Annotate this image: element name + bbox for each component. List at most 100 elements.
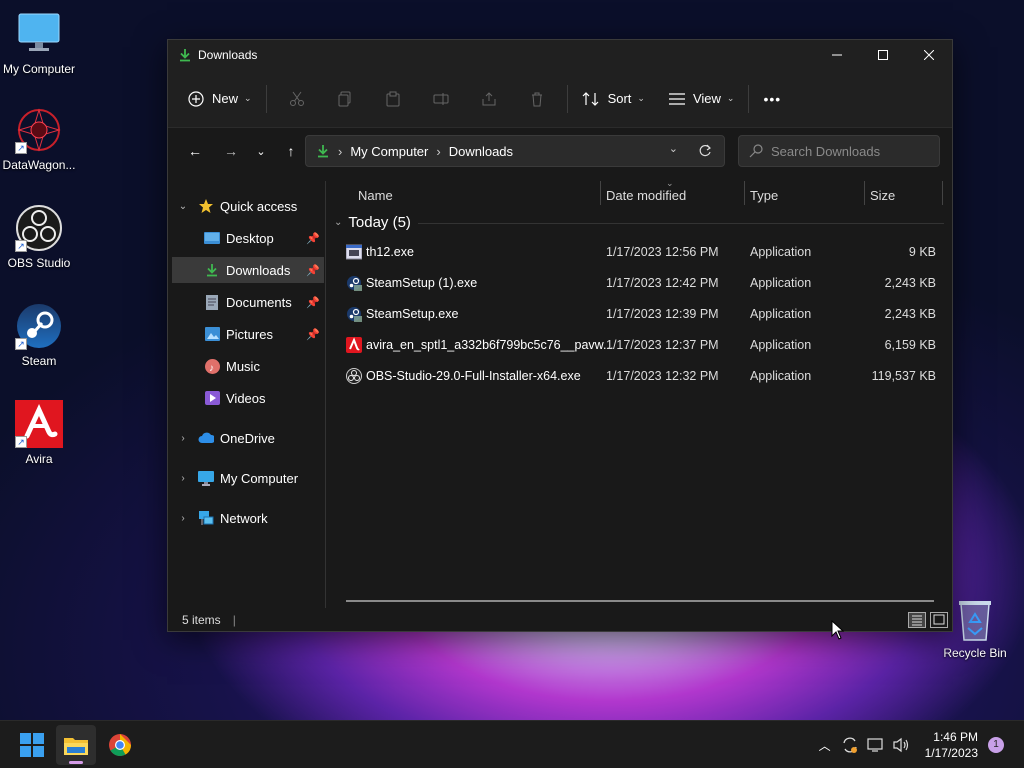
show-hidden-icons-button[interactable]: ︿ xyxy=(819,737,831,754)
up-button[interactable]: ↑ xyxy=(276,136,306,166)
chevron-right-icon[interactable]: › xyxy=(176,473,190,484)
share-button[interactable] xyxy=(465,83,513,115)
column-divider[interactable] xyxy=(864,181,865,205)
refresh-icon[interactable] xyxy=(698,144,712,158)
desktop-icon-my-computer[interactable]: My Computer xyxy=(0,10,78,76)
new-button[interactable]: New ⌄ xyxy=(180,83,260,115)
view-list-icon xyxy=(668,92,685,105)
column-header-name[interactable]: Name xyxy=(358,188,393,203)
sync-icon[interactable] xyxy=(841,736,859,754)
file-row[interactable]: avira_en_sptl1_a332b6f799bc5c76__pavw...… xyxy=(328,330,944,360)
taskbar-file-explorer[interactable] xyxy=(56,725,96,765)
column-headers: Name Date modified ⌄ Type Size xyxy=(328,178,944,209)
status-divider: | xyxy=(232,613,236,627)
column-divider[interactable] xyxy=(744,181,745,205)
file-name: OBS-Studio-29.0-Full-Installer-x64.exe xyxy=(366,369,581,383)
column-divider[interactable] xyxy=(600,181,601,205)
pin-icon[interactable]: 📌 xyxy=(306,296,320,309)
breadcrumb-separator-icon: › xyxy=(338,143,343,159)
more-options-button[interactable]: ••• xyxy=(755,83,789,115)
file-row[interactable]: SteamSetup (1).exe 1/17/2023 12:42 PM Ap… xyxy=(328,268,944,298)
back-button[interactable]: ← xyxy=(180,136,210,166)
nav-onedrive[interactable]: › OneDrive xyxy=(176,425,326,451)
clock[interactable]: 1:46 PM 1/17/2023 xyxy=(925,729,978,761)
column-divider[interactable] xyxy=(942,181,943,205)
copy-button[interactable] xyxy=(321,83,369,115)
minimize-button[interactable] xyxy=(814,40,860,70)
group-label: Today (5) xyxy=(348,214,411,231)
title-bar[interactable]: Downloads xyxy=(168,40,952,70)
file-row[interactable]: th12.exe 1/17/2023 12:56 PM Application … xyxy=(328,237,944,267)
pin-icon[interactable]: 📌 xyxy=(306,264,320,277)
nav-label: Documents xyxy=(226,294,292,310)
tiles-view-button[interactable] xyxy=(930,612,948,628)
rename-button[interactable] xyxy=(417,83,465,115)
chevron-down-icon[interactable]: ⌄ xyxy=(176,201,190,212)
chevron-right-icon[interactable]: › xyxy=(176,433,190,444)
nav-music[interactable]: ♪ Music xyxy=(172,353,324,379)
file-name: th12.exe xyxy=(366,245,414,259)
desktop-icon-avira[interactable]: ↗ Avira xyxy=(0,400,78,466)
sort-label: Sort xyxy=(607,91,632,106)
search-box[interactable] xyxy=(738,135,940,167)
delete-button[interactable] xyxy=(513,83,561,115)
file-explorer-window: Downloads New ⌄ Sort ⌄ View ⌄ ••• ← → ⌄ … xyxy=(167,39,953,632)
nav-label: Network xyxy=(220,510,268,526)
view-button[interactable]: View ⌄ xyxy=(661,83,743,115)
taskbar: ︿ 1:46 PM 1/17/2023 1 xyxy=(0,720,1024,768)
start-button[interactable] xyxy=(12,725,52,765)
forward-button[interactable]: → xyxy=(216,136,246,166)
nav-my-computer[interactable]: › My Computer xyxy=(176,465,326,491)
nav-network[interactable]: › Network xyxy=(176,505,326,531)
column-header-date[interactable]: Date modified xyxy=(606,188,686,203)
close-button[interactable] xyxy=(906,40,952,70)
nav-pictures[interactable]: Pictures 📌 xyxy=(172,321,324,347)
column-header-size[interactable]: Size xyxy=(870,188,895,203)
file-list: Name Date modified ⌄ Type Size ⌄ Today (… xyxy=(328,178,954,608)
breadcrumb-my-computer[interactable]: My Computer xyxy=(350,144,428,159)
sort-button[interactable]: Sort ⌄ xyxy=(574,83,653,115)
download-icon xyxy=(318,145,328,158)
file-row[interactable]: OBS-Studio-29.0-Full-Installer-x64.exe 1… xyxy=(328,361,944,391)
shortcut-arrow-icon: ↗ xyxy=(15,436,27,448)
address-bar[interactable]: › My Computer › Downloads ⌄ xyxy=(305,135,725,167)
network-status-icon[interactable] xyxy=(867,737,885,753)
toolbar-divider xyxy=(748,84,750,113)
breadcrumb-downloads[interactable]: Downloads xyxy=(449,144,513,159)
chevron-right-icon[interactable]: › xyxy=(176,513,190,524)
nav-quick-access[interactable]: ⌄ Quick access xyxy=(176,193,326,219)
volume-icon[interactable] xyxy=(893,737,911,753)
desktop-icon-steam[interactable]: ↗ Steam xyxy=(0,302,78,368)
chevron-down-icon: ⌄ xyxy=(726,93,735,103)
command-bar: New ⌄ Sort ⌄ View ⌄ ••• xyxy=(168,70,952,128)
maximize-button[interactable] xyxy=(860,40,906,70)
taskbar-chrome[interactable] xyxy=(100,725,140,765)
details-view-button[interactable] xyxy=(908,612,926,628)
music-icon: ♪ xyxy=(204,358,220,374)
nav-documents[interactable]: Documents 📌 xyxy=(172,289,324,315)
pictures-icon xyxy=(204,326,220,342)
nav-videos[interactable]: Videos xyxy=(172,385,324,411)
address-dropdown-icon[interactable]: ⌄ xyxy=(669,142,678,155)
pin-icon[interactable]: 📌 xyxy=(306,232,320,245)
pin-icon[interactable]: 📌 xyxy=(306,328,320,341)
star-icon xyxy=(198,198,214,214)
horizontal-scrollbar[interactable] xyxy=(346,600,934,602)
sort-indicator-icon: ⌄ xyxy=(666,178,674,188)
datawagon-icon: ↗ xyxy=(15,106,63,154)
nav-label: Desktop xyxy=(226,230,274,246)
mouse-cursor-icon xyxy=(831,620,845,640)
nav-desktop[interactable]: Desktop 📌 xyxy=(172,225,324,251)
nav-downloads[interactable]: Downloads 📌 xyxy=(172,257,324,283)
file-name: SteamSetup.exe xyxy=(366,307,459,321)
search-input[interactable] xyxy=(771,143,931,159)
notification-badge[interactable]: 1 xyxy=(988,737,1004,753)
paste-button[interactable] xyxy=(369,83,417,115)
desktop-icon-datawagon[interactable]: ↗ DataWagon... xyxy=(0,106,78,172)
file-row[interactable]: SteamSetup.exe 1/17/2023 12:39 PM Applic… xyxy=(328,299,944,329)
cut-button[interactable] xyxy=(273,83,321,115)
recent-locations-button[interactable]: ⌄ xyxy=(246,136,276,166)
group-header-today[interactable]: ⌄ Today (5) xyxy=(334,214,411,231)
desktop-icon-obs[interactable]: ↗ OBS Studio xyxy=(0,204,78,270)
column-header-type[interactable]: Type xyxy=(750,188,778,203)
